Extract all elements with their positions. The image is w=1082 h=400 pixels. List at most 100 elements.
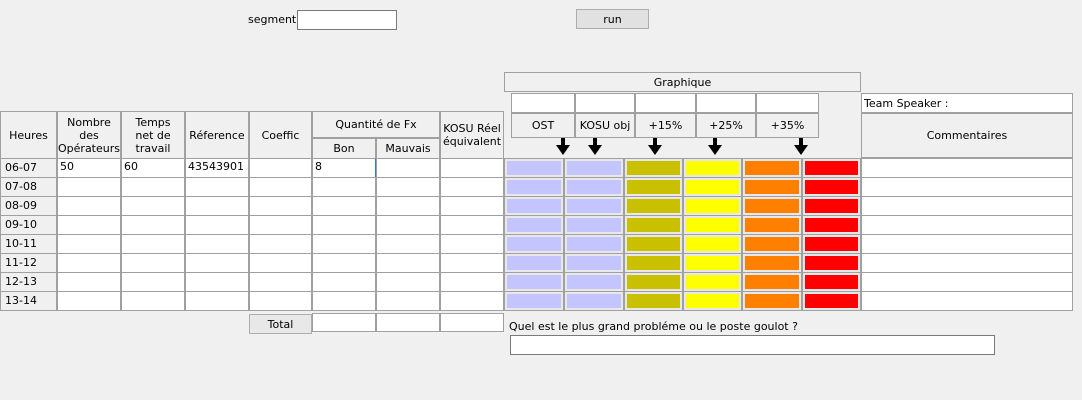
cell-bon[interactable] [312,291,376,311]
cell-kosu[interactable] [440,196,504,216]
cell-mauvais[interactable] [376,272,440,292]
cell-temps[interactable]: 60 [121,158,185,178]
total-kosu[interactable] [440,313,504,332]
arrow-down-icon [556,145,570,155]
cell-reference[interactable] [185,234,249,254]
cell-mauvais[interactable] [376,253,440,273]
cell-operateurs[interactable] [57,177,121,197]
cell-reference[interactable] [185,196,249,216]
total-bon[interactable] [312,313,376,332]
cell-bon[interactable] [312,177,376,197]
header-mauvais: Mauvais [376,138,440,159]
cell-commentaire[interactable] [861,196,1073,216]
header-quantite: Quantité de Fx [312,111,440,138]
cell-coeffic[interactable] [249,196,312,216]
total-mauvais[interactable] [376,313,440,332]
level-input-4[interactable] [756,93,819,113]
cell-reference[interactable]: 43543901 [185,158,249,178]
team-speaker-field[interactable]: Team Speaker : [861,93,1073,113]
cell-kosu[interactable] [440,253,504,273]
cell-coeffic[interactable] [249,291,312,311]
cell-coeffic[interactable] [249,272,312,292]
graph-cell-level-4 [742,158,802,178]
level-input-1[interactable] [575,93,635,113]
cell-coeffic[interactable] [249,215,312,235]
cell-reference[interactable] [185,215,249,235]
cell-kosu[interactable] [440,177,504,197]
cell-kosu[interactable] [440,158,504,178]
cell-kosu[interactable] [440,234,504,254]
cell-operateurs[interactable] [57,215,121,235]
cell-reference[interactable] [185,291,249,311]
arrow-down-icon [588,145,602,155]
cell-mauvais[interactable] [376,215,440,235]
cell-reference[interactable] [185,177,249,197]
level-label-2: +15% [635,113,696,138]
cell-temps[interactable] [121,215,185,235]
cell-coeffic[interactable] [249,177,312,197]
cell-operateurs[interactable] [57,253,121,273]
cell-kosu[interactable] [440,272,504,292]
graph-cell-level-2 [624,196,683,216]
level-input-2[interactable] [635,93,696,113]
cell-bon[interactable] [312,234,376,254]
graph-cell-level-0 [504,253,564,273]
graph-cell-level-5 [802,253,861,273]
graph-cell-level-3 [683,196,742,216]
graph-cell-level-0 [504,272,564,292]
cell-bon[interactable] [312,196,376,216]
graph-cell-level-1 [564,272,624,292]
cell-mauvais[interactable] [376,177,440,197]
cell-reference[interactable] [185,253,249,273]
cell-kosu[interactable] [440,291,504,311]
level-input-3[interactable] [696,93,756,113]
cell-coeffic[interactable] [249,234,312,254]
level-input-0[interactable] [511,93,575,113]
cell-temps[interactable] [121,177,185,197]
graph-cell-level-3 [683,291,742,311]
run-button[interactable]: run [576,9,649,29]
cell-commentaire[interactable] [861,253,1073,273]
graph-cell-level-0 [504,215,564,235]
question-input[interactable] [510,335,995,355]
cell-bon[interactable] [312,215,376,235]
cell-commentaire[interactable] [861,177,1073,197]
cell-commentaire[interactable] [861,158,1073,178]
cell-coeffic[interactable] [249,158,312,178]
header-reference: Réference [185,111,249,159]
cell-commentaire[interactable] [861,272,1073,292]
graph-cell-level-2 [624,158,683,178]
cell-mauvais[interactable] [376,158,440,178]
cell-mauvais[interactable] [376,196,440,216]
graph-cell-level-5 [802,234,861,254]
graph-cell-level-2 [624,177,683,197]
cell-commentaire[interactable] [861,215,1073,235]
graph-cell-level-0 [504,177,564,197]
cell-operateurs[interactable] [57,196,121,216]
cell-operateurs[interactable]: 50 [57,158,121,178]
graph-cell-level-0 [504,291,564,311]
segment-input[interactable] [297,10,397,30]
cell-temps[interactable] [121,234,185,254]
cell-operateurs[interactable] [57,272,121,292]
cell-kosu[interactable] [440,215,504,235]
cell-temps[interactable] [121,196,185,216]
cell-mauvais[interactable] [376,291,440,311]
cell-operateurs[interactable] [57,234,121,254]
cell-temps[interactable] [121,272,185,292]
cell-mauvais[interactable] [376,234,440,254]
cell-commentaire[interactable] [861,291,1073,311]
cell-temps[interactable] [121,291,185,311]
graph-cell-level-2 [624,272,683,292]
cell-reference[interactable] [185,272,249,292]
cell-operateurs[interactable] [57,291,121,311]
cell-bon[interactable]: 8 [312,158,376,178]
graph-cell-level-4 [742,177,802,197]
cell-bon[interactable] [312,272,376,292]
comments-header: Commentaires [861,113,1073,158]
graph-cell-level-2 [624,215,683,235]
cell-temps[interactable] [121,253,185,273]
cell-commentaire[interactable] [861,234,1073,254]
cell-bon[interactable] [312,253,376,273]
cell-coeffic[interactable] [249,253,312,273]
